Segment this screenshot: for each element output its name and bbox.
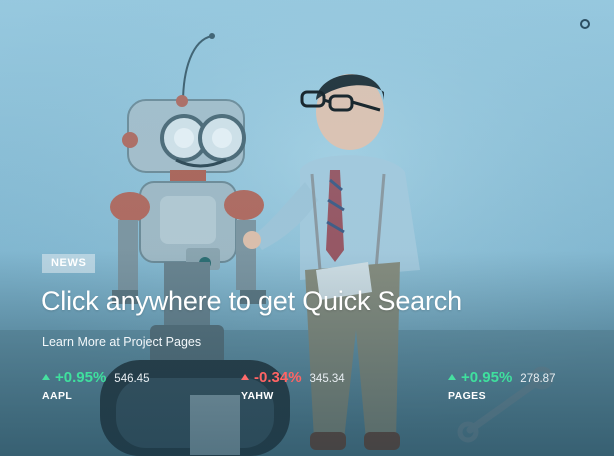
news-card[interactable]: NEWS Click anywhere to get Quick Search … bbox=[0, 0, 614, 456]
ticker-yahw[interactable]: -0.34% 345.34 YAHW bbox=[241, 369, 345, 402]
ticker-symbol: YAHW bbox=[241, 390, 274, 402]
ticker-change: -0.34% bbox=[254, 369, 302, 386]
headline[interactable]: Click anywhere to get Quick Search bbox=[41, 286, 462, 317]
ticker-symbol: AAPL bbox=[42, 390, 73, 402]
ticker-price: 278.87 bbox=[520, 373, 556, 385]
ticker-price: 345.34 bbox=[309, 373, 345, 385]
triangle-up-icon bbox=[448, 374, 456, 380]
ticker-pages[interactable]: +0.95% 278.87 PAGES bbox=[448, 369, 555, 402]
triangle-up-icon bbox=[241, 374, 249, 380]
learn-more-link[interactable]: Learn More at Project Pages bbox=[42, 335, 201, 349]
ticker-change: +0.95% bbox=[461, 369, 513, 386]
news-badge: NEWS bbox=[42, 254, 96, 273]
triangle-up-icon bbox=[42, 374, 50, 380]
circle-icon[interactable] bbox=[580, 19, 590, 29]
ticker-symbol: PAGES bbox=[448, 390, 486, 402]
ticker-price: 546.45 bbox=[114, 373, 150, 385]
ticker-aapl[interactable]: +0.95% 546.45 AAPL bbox=[42, 369, 149, 402]
ticker-change: +0.95% bbox=[55, 369, 107, 386]
